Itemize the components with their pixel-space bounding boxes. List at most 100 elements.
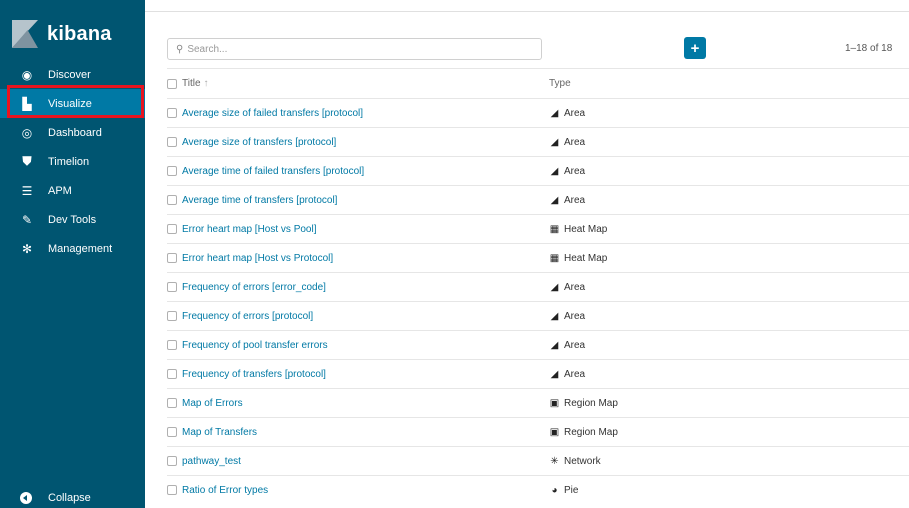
wrench-icon: ✎ xyxy=(21,212,33,227)
visualization-title-link[interactable]: pathway_test xyxy=(182,456,241,467)
pagination-count: 1–18 of 18 xyxy=(845,43,893,54)
sidebar-item-label: Management xyxy=(48,242,113,255)
row-checkbox[interactable] xyxy=(167,137,177,147)
sidebar-item-visualize[interactable]: ▙ Visualize xyxy=(0,89,145,118)
kibana-logo-icon xyxy=(12,20,38,48)
visualization-title-link[interactable]: Frequency of errors [error_code] xyxy=(182,282,326,293)
table-row: pathway_test ✳ Network xyxy=(167,446,909,475)
table-row: Frequency of transfers [protocol] ◢ Area xyxy=(167,359,909,388)
table-row: Error heart map [Host vs Pool] ▦ Heat Map xyxy=(167,214,909,243)
area-chart-icon: ◢ xyxy=(550,107,559,119)
visualization-type: Region Map xyxy=(564,426,618,438)
sidebar-item-dashboard[interactable]: ◎ Dashboard xyxy=(0,118,145,147)
row-checkbox[interactable] xyxy=(167,427,177,437)
row-checkbox[interactable] xyxy=(167,195,177,205)
area-chart-icon: ◢ xyxy=(550,136,559,148)
kibana-logo[interactable]: kibana xyxy=(12,14,112,54)
area-chart-icon: ◢ xyxy=(550,194,559,206)
title-column-header[interactable]: Title xyxy=(182,78,201,89)
visualization-title-link[interactable]: Map of Errors xyxy=(182,398,243,409)
region-map-icon: ▣ xyxy=(549,397,560,409)
visualization-title-link[interactable]: Error heart map [Host vs Pool] xyxy=(182,224,317,235)
visualization-type: Region Map xyxy=(564,397,618,409)
visualization-title-link[interactable]: Frequency of errors [protocol] xyxy=(182,311,313,322)
visualization-type: Area xyxy=(564,281,586,293)
sidebar-item-management[interactable]: ✻ Management xyxy=(0,234,145,263)
row-checkbox[interactable] xyxy=(167,253,177,263)
visualization-title-link[interactable]: Frequency of transfers [protocol] xyxy=(182,369,326,380)
visualization-title-link[interactable]: Average size of transfers [protocol] xyxy=(182,137,336,148)
type-column-header: Type xyxy=(549,78,571,89)
table-row: Average size of failed transfers [protoc… xyxy=(167,98,909,127)
row-checkbox[interactable] xyxy=(167,166,177,176)
collapse-label: Collapse xyxy=(48,492,91,504)
row-checkbox[interactable] xyxy=(167,398,177,408)
app-name: kibana xyxy=(47,22,112,45)
table-row: Map of Errors ▣ Region Map xyxy=(167,388,909,417)
collapse-icon xyxy=(20,492,32,504)
visualization-title-link[interactable]: Average time of failed transfers [protoc… xyxy=(182,166,364,177)
visualization-title-link[interactable]: Map of Transfers xyxy=(182,427,257,438)
visualization-type: Area xyxy=(564,107,586,119)
visualization-type: Heat Map xyxy=(564,252,608,264)
search-placeholder: Search... xyxy=(187,43,228,55)
visualization-title-link[interactable]: Frequency of pool transfer errors xyxy=(182,340,328,351)
sidebar-item-label: Visualize xyxy=(48,97,92,110)
sidebar-item-dev-tools[interactable]: ✎ Dev Tools xyxy=(0,205,145,234)
gear-icon: ✻ xyxy=(21,241,33,256)
sidebar-item-label: Dev Tools xyxy=(48,213,97,226)
select-all-checkbox[interactable] xyxy=(167,78,177,89)
search-input[interactable]: ⚲ Search... xyxy=(167,38,542,60)
area-chart-icon: ◢ xyxy=(550,368,559,380)
visualization-title-link[interactable]: Ratio of Error types xyxy=(182,485,268,496)
visualization-type: Area xyxy=(564,339,586,351)
row-checkbox[interactable] xyxy=(167,485,177,495)
network-icon: ✳ xyxy=(550,455,559,467)
visualizations-table: Title ↑ Type Average size of failed tran… xyxy=(167,68,909,504)
collapse-button[interactable]: Collapse xyxy=(0,488,145,508)
sidebar-item-label: Discover xyxy=(48,68,91,81)
row-checkbox[interactable] xyxy=(167,369,177,379)
sidebar-item-label: APM xyxy=(48,184,72,197)
heatmap-icon: ▦ xyxy=(549,223,560,235)
table-row: Frequency of pool transfer errors ◢ Area xyxy=(167,330,909,359)
sidebar-item-discover[interactable]: ◉ Discover xyxy=(0,60,145,89)
table-row: Error heart map [Host vs Protocol] ▦ Heat … xyxy=(167,243,909,272)
table-header: Title ↑ Type xyxy=(167,68,909,98)
row-checkbox[interactable] xyxy=(167,456,177,466)
visualization-type: Area xyxy=(564,368,586,380)
sidebar-nav: ◉ Discover ▙ Visualize ◎ Dashboard ⛊ Timelion ☰ A… xyxy=(0,60,145,263)
area-chart-icon: ◢ xyxy=(550,281,559,293)
row-checkbox[interactable] xyxy=(167,311,177,321)
dashboard-icon: ◎ xyxy=(21,125,33,140)
sidebar-item-label: Timelion xyxy=(48,155,90,168)
table-row: Map of Transfers ▣ Region Map xyxy=(167,417,909,446)
visualization-type: Area xyxy=(564,136,586,148)
row-checkbox[interactable] xyxy=(167,224,177,234)
sidebar-item-apm[interactable]: ☰ APM xyxy=(0,176,145,205)
area-chart-icon: ◢ xyxy=(550,339,559,351)
row-checkbox[interactable] xyxy=(167,340,177,350)
visualization-type: Heat Map xyxy=(564,223,608,235)
visualization-type: Network xyxy=(564,455,601,467)
visualization-title-link[interactable]: Error heart map [Host vs Protocol] xyxy=(182,253,333,264)
heatmap-icon: ▦ xyxy=(549,252,560,264)
table-row: Average size of transfers [protocol] ◢ Are… xyxy=(167,127,909,156)
region-map-icon: ▣ xyxy=(549,426,560,438)
compass-icon: ◉ xyxy=(21,67,33,82)
pie-chart-icon: ◕ xyxy=(551,484,558,496)
visualization-title-link[interactable]: Average size of failed transfers [protoc… xyxy=(182,108,363,119)
visualization-title-link[interactable]: Average time of transfers [protocol] xyxy=(182,195,337,206)
row-checkbox[interactable] xyxy=(167,108,177,118)
divider xyxy=(145,11,909,12)
row-checkbox[interactable] xyxy=(167,282,177,292)
add-visualization-button[interactable]: + xyxy=(684,37,706,59)
sidebar-item-label: Dashboard xyxy=(48,126,102,139)
visualization-type: Pie xyxy=(564,484,579,496)
main-content: ⚲ Search... + 1–18 of 18 Title ↑ Type Av… xyxy=(145,0,909,508)
sort-ascending-icon[interactable]: ↑ xyxy=(204,78,209,89)
sidebar-item-timelion[interactable]: ⛊ Timelion xyxy=(0,147,145,176)
table-row: Frequency of errors [protocol] ◢ Area xyxy=(167,301,909,330)
sidebar: kibana ◉ Discover ▙ Visualize ◎ Dashboard ⛊ Tim… xyxy=(0,0,145,508)
visualization-type: Area xyxy=(564,310,586,322)
